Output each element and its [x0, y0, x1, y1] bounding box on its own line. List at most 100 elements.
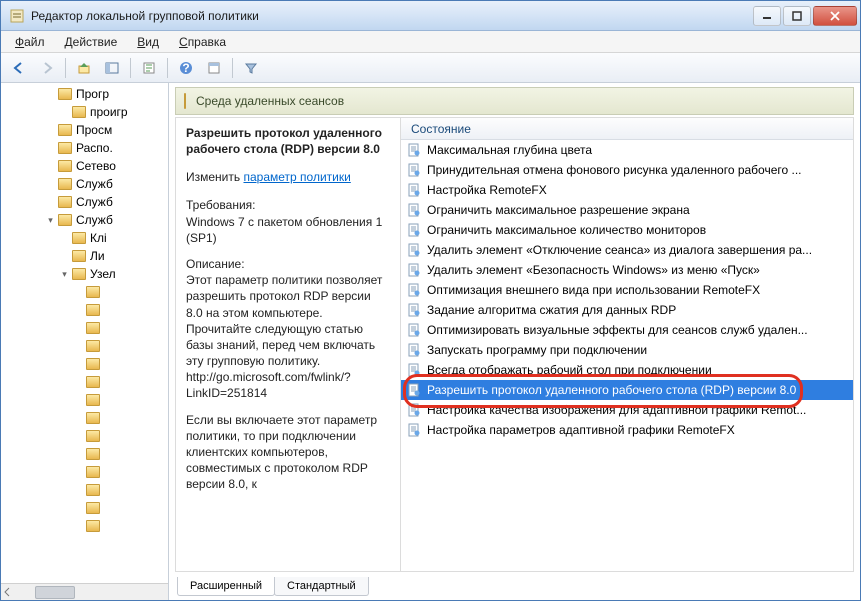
tree-item[interactable] [1, 517, 168, 535]
forward-button[interactable] [35, 56, 59, 80]
policy-icon [407, 223, 421, 237]
up-button[interactable] [72, 56, 96, 80]
folder-icon [86, 340, 100, 352]
list-row[interactable]: Задание алгоритма сжатия для данных RDP [401, 300, 853, 320]
tree-item[interactable]: проигр [1, 103, 168, 121]
tree-item[interactable] [1, 445, 168, 463]
tree-item[interactable]: Сетево [1, 157, 168, 175]
minimize-button[interactable] [753, 6, 781, 26]
folder-icon [58, 124, 72, 136]
list-row[interactable]: Оптимизация внешнего вида при использова… [401, 280, 853, 300]
folder-icon [72, 268, 86, 280]
svg-text:?: ? [182, 61, 189, 75]
window: Редактор локальной групповой политики Фа… [0, 0, 861, 601]
tree-item[interactable]: Клі [1, 229, 168, 247]
menu-help[interactable]: Справка [171, 33, 234, 51]
folder-icon [86, 286, 100, 298]
edit-policy-link[interactable]: параметр политики [243, 170, 350, 184]
back-button[interactable] [7, 56, 31, 80]
list-row-label: Оптимизация внешнего вида при использова… [427, 283, 760, 297]
list-row[interactable]: Настройка качества изображения для адапт… [401, 400, 853, 420]
tree-item[interactable]: Ли [1, 247, 168, 265]
close-button[interactable] [813, 6, 857, 26]
tree-item[interactable] [1, 319, 168, 337]
pane-title: Среда удаленных сеансов [196, 94, 344, 108]
toolbar: ? [1, 53, 860, 83]
tree[interactable]: ПрогрпроигрПросмРаспо.СетевоСлужбСлужб▾С… [1, 83, 168, 583]
policy-icon [407, 323, 421, 337]
tree-item[interactable]: Прогр [1, 85, 168, 103]
list-row[interactable]: Разрешить протокол удаленного рабочего с… [401, 380, 853, 400]
list-row-label: Всегда отображать рабочий стол при подкл… [427, 363, 712, 377]
tree-item[interactable] [1, 355, 168, 373]
tree-item[interactable]: Просм [1, 121, 168, 139]
tree-item[interactable] [1, 499, 168, 517]
folder-icon [86, 376, 100, 388]
list-row-label: Задание алгоритма сжатия для данных RDP [427, 303, 676, 317]
tree-item[interactable]: ▾Служб [1, 211, 168, 229]
list-row[interactable]: Максимальная глубина цвета [401, 140, 853, 160]
right-pane: Среда удаленных сеансов Разрешить проток… [169, 83, 860, 600]
policy-icon [407, 303, 421, 317]
description-label: Описание: [186, 256, 390, 272]
folder-icon [86, 466, 100, 478]
list-row[interactable]: Запускать программу при подключении [401, 340, 853, 360]
folder-icon [86, 304, 100, 316]
description-text-2: Если вы включаете этот параметр политики… [186, 412, 390, 493]
tab-extended[interactable]: Расширенный [177, 577, 275, 596]
export-button[interactable] [137, 56, 161, 80]
list-row[interactable]: Всегда отображать рабочий стол при подкл… [401, 360, 853, 380]
list-row[interactable]: Настройка RemoteFX [401, 180, 853, 200]
tree-item[interactable] [1, 409, 168, 427]
filter-button[interactable] [239, 56, 263, 80]
list-row[interactable]: Оптимизировать визуальные эффекты для се… [401, 320, 853, 340]
horizontal-scrollbar[interactable] [1, 583, 168, 600]
folder-icon [86, 394, 100, 406]
tree-item[interactable]: Служб [1, 175, 168, 193]
menu-action[interactable]: Действие [57, 33, 126, 51]
tree-item[interactable] [1, 391, 168, 409]
maximize-button[interactable] [783, 6, 811, 26]
folder-icon [184, 94, 190, 108]
tree-item[interactable]: Распо. [1, 139, 168, 157]
policy-icon [407, 423, 421, 437]
menu-file[interactable]: Файл [7, 33, 53, 51]
folder-icon [58, 178, 72, 190]
policy-icon [407, 163, 421, 177]
window-title: Редактор локальной групповой политики [31, 9, 753, 23]
show-hide-tree-button[interactable] [100, 56, 124, 80]
folder-icon [86, 448, 100, 460]
menu-view[interactable]: Вид [129, 33, 167, 51]
policy-icon [407, 203, 421, 217]
policy-list[interactable]: Максимальная глубина цветаПринудительная… [401, 140, 853, 440]
tree-item[interactable] [1, 481, 168, 499]
list-row[interactable]: Удалить элемент «Безопасность Windows» и… [401, 260, 853, 280]
tree-item[interactable] [1, 337, 168, 355]
list-row[interactable]: Ограничить максимальное разрешение экран… [401, 200, 853, 220]
policy-title: Разрешить протокол удаленного рабочего с… [186, 126, 390, 157]
list-column-header[interactable]: Состояние [401, 118, 853, 140]
properties-button[interactable] [202, 56, 226, 80]
tree-item[interactable] [1, 463, 168, 481]
tree-item[interactable]: Служб [1, 193, 168, 211]
tab-standard[interactable]: Стандартный [274, 577, 369, 596]
list-row[interactable]: Удалить элемент «Отключение сеанса» из д… [401, 240, 853, 260]
folder-icon [58, 88, 72, 100]
folder-icon [86, 412, 100, 424]
content-area: ПрогрпроигрПросмРаспо.СетевоСлужбСлужб▾С… [1, 83, 860, 600]
list-row[interactable]: Настройка параметров адаптивной графики … [401, 420, 853, 440]
tree-item[interactable] [1, 427, 168, 445]
policy-icon [407, 343, 421, 357]
tree-item[interactable] [1, 301, 168, 319]
folder-icon [72, 106, 86, 118]
list-row-label: Настройка качества изображения для адапт… [427, 403, 806, 417]
tree-item[interactable]: ▾Узел [1, 265, 168, 283]
policy-icon [407, 403, 421, 417]
folder-icon [58, 196, 72, 208]
list-row[interactable]: Ограничить максимальное количество монит… [401, 220, 853, 240]
help-button[interactable]: ? [174, 56, 198, 80]
policy-icon [407, 283, 421, 297]
tree-item[interactable] [1, 373, 168, 391]
list-row[interactable]: Принудительная отмена фонового рисунка у… [401, 160, 853, 180]
tree-item[interactable] [1, 283, 168, 301]
